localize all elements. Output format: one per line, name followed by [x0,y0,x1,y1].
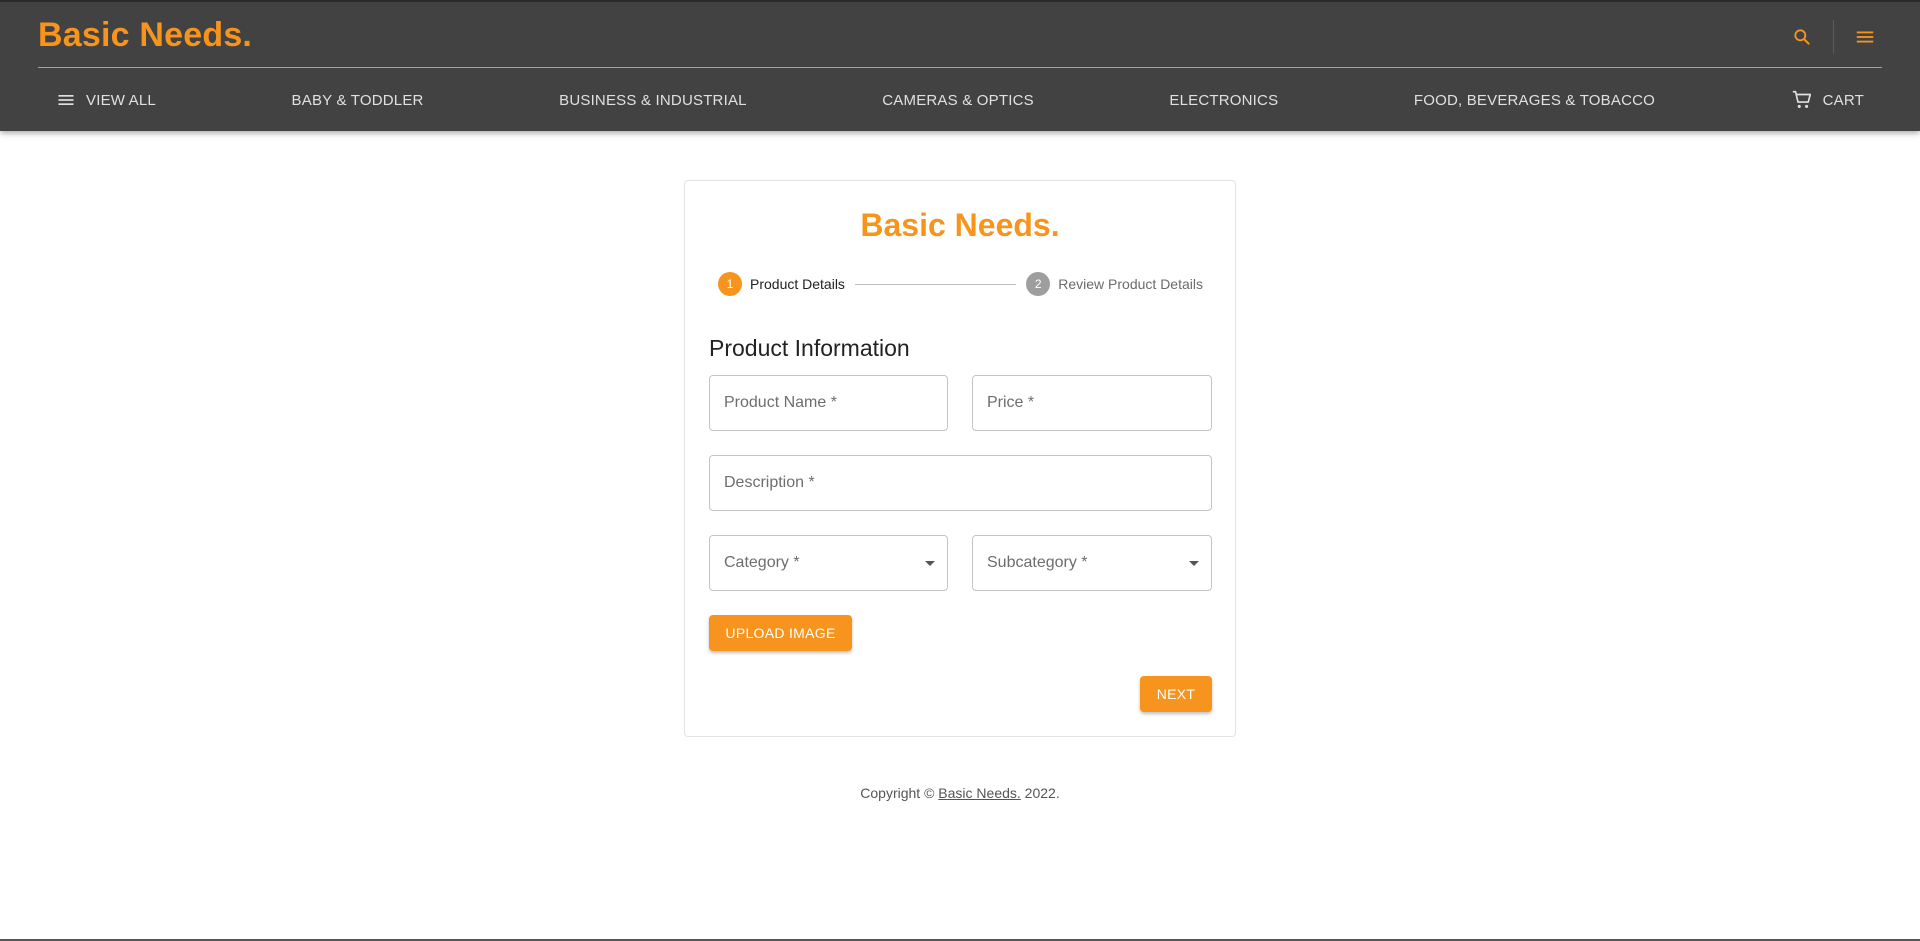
step-product-details: 1 Product Details [718,272,845,296]
app-header: Basic Needs. VIEW ALL BABY & TODDLER BUS… [0,0,1920,131]
nav-view-all[interactable]: VIEW ALL [38,90,174,110]
nav-label: BABY & TODDLER [291,91,424,109]
stepper: 1 Product Details 2 Review Product Detai… [718,272,1203,296]
category-select[interactable]: Category * [709,535,948,591]
nav-label: VIEW ALL [86,91,156,109]
field-placeholder: Description * [724,474,815,491]
step-connector [854,283,1017,285]
cart-icon [1792,90,1811,108]
description-field[interactable]: Description * [709,455,1212,511]
nav-baby-toddler[interactable]: BABY & TODDLER [274,92,442,109]
product-name-field[interactable]: Product Name * [709,375,948,431]
next-button[interactable]: NEXT [1140,676,1212,712]
nav-label: CAMERAS & OPTICS [882,91,1034,109]
nav-cameras-optics[interactable]: CAMERAS & OPTICS [864,92,1052,109]
section-title: Product Information [709,335,910,361]
footer: Copyright © Basic Needs. 2022. [0,785,1920,801]
step-number: 1 [718,272,742,296]
upload-image-button[interactable]: UPLOAD IMAGE [709,615,852,651]
card-brand: Basic Needs. [860,207,1060,243]
subcategory-select[interactable]: Subcategory * [972,535,1212,591]
nav-electronics[interactable]: ELECTRONICS [1151,92,1296,109]
category-nav: VIEW ALL BABY & TODDLER BUSINESS & INDUS… [38,86,1882,114]
nav-label: FOOD, BEVERAGES & TOBACCO [1413,91,1656,109]
dropdown-arrow-icon [925,561,935,566]
menu-icon [1856,31,1874,43]
step-review-product-details: 2 Review Product Details [1026,272,1203,296]
header-divider [1833,20,1834,54]
step-label: Product Details [750,276,845,292]
field-placeholder: Subcategory * [987,554,1088,571]
field-placeholder: Price * [987,394,1035,411]
price-field[interactable]: Price * [972,375,1212,431]
search-icon [1794,29,1810,45]
product-form-card: Basic Needs. 1 Product Details 2 Review … [684,180,1236,737]
search-button[interactable] [1785,20,1819,54]
footer-suffix: 2022. [1020,785,1060,801]
header-actions [1785,20,1882,54]
footer-brand-link[interactable]: Basic Needs. [938,785,1020,801]
footer-prefix: Copyright © [860,785,939,801]
hamburger-icon [58,95,74,105]
step-label: Review Product Details [1058,276,1203,292]
dropdown-arrow-icon [1189,561,1199,566]
nav-food-beverages-tobacco[interactable]: FOOD, BEVERAGES & TOBACCO [1396,92,1673,109]
field-placeholder: Category * [724,554,800,571]
field-placeholder: Product Name * [724,394,837,411]
cart-button[interactable]: CART [1773,89,1882,111]
nav-business-industrial[interactable]: BUSINESS & INDUSTRIAL [541,92,765,109]
step-number: 2 [1026,272,1051,296]
nav-label: ELECTRONICS [1169,91,1279,109]
cart-label: CART [1822,91,1864,109]
menu-button[interactable] [1848,20,1882,54]
header-accent-rule [38,67,1882,68]
brand-logo[interactable]: Basic Needs. [38,16,252,55]
nav-label: BUSINESS & INDUSTRIAL [559,91,747,109]
